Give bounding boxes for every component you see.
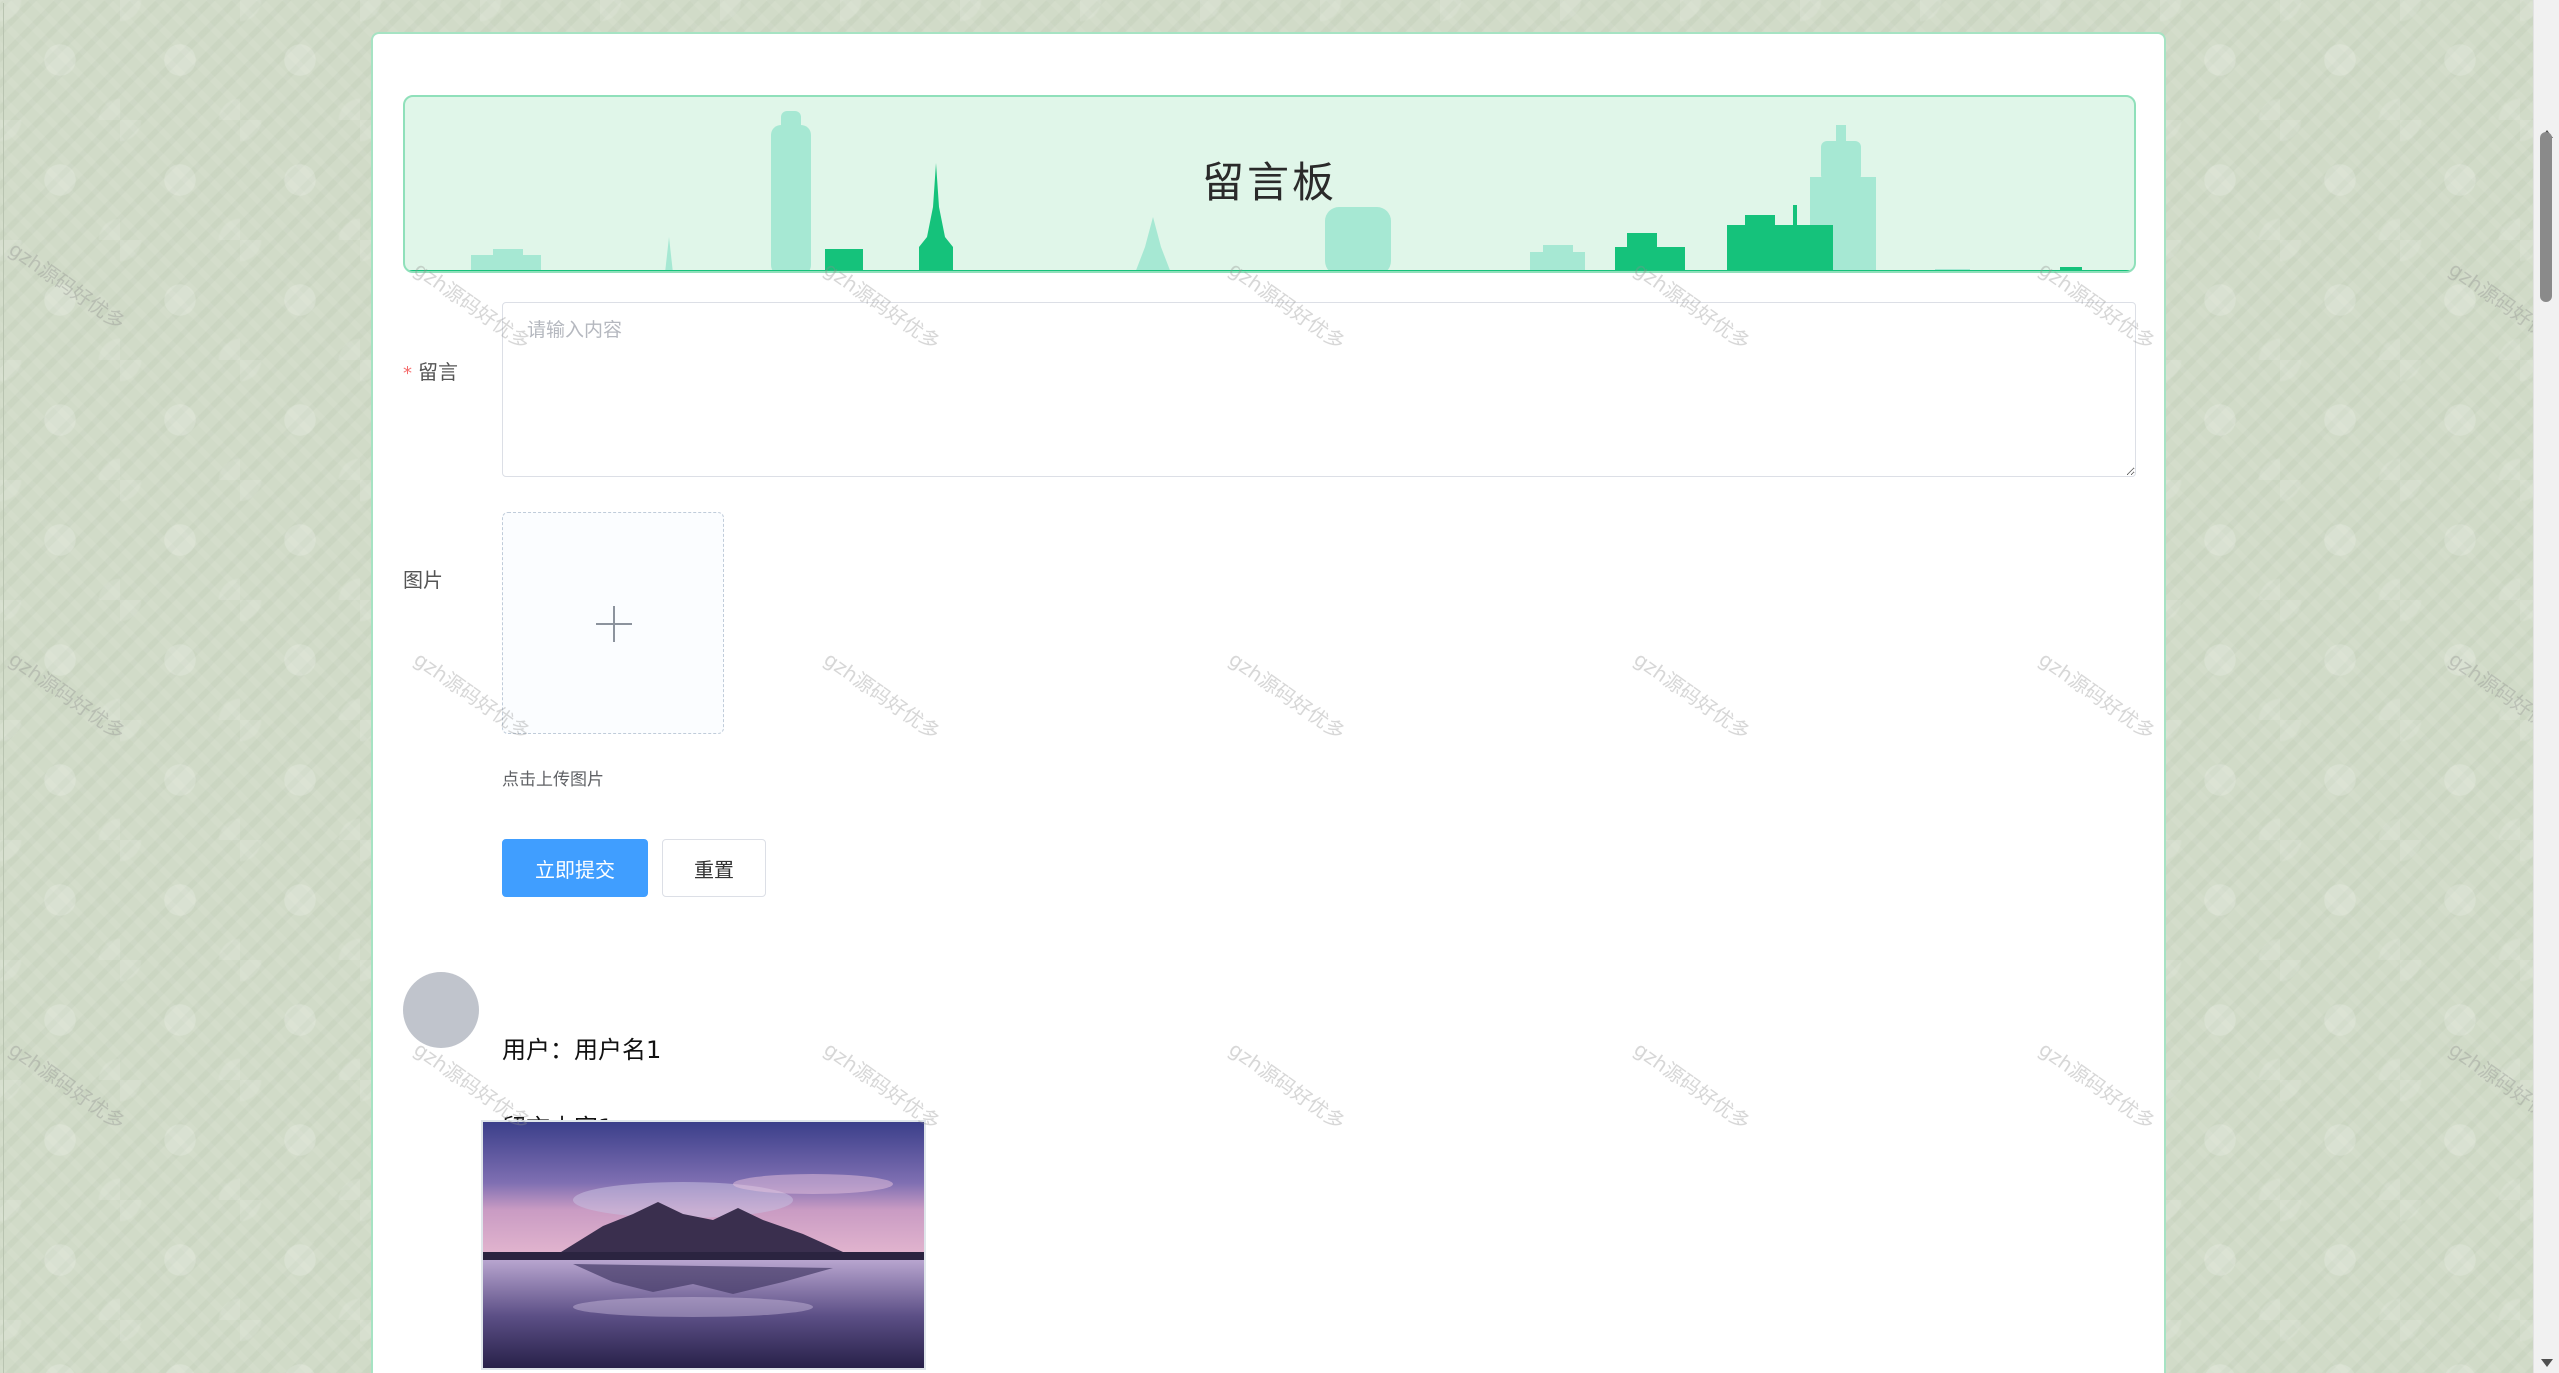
page-title: 留言板 <box>1201 158 1337 207</box>
required-marker: * <box>403 363 412 384</box>
landscape-photo <box>483 1122 924 1368</box>
comment-image <box>481 1120 926 1370</box>
scrollbar-thumb[interactable] <box>2540 132 2552 302</box>
message-label: * 留言 <box>403 356 458 385</box>
comment-username: 用户：用户名1 <box>502 1036 662 1064</box>
submit-button[interactable]: 立即提交 <box>502 839 648 897</box>
scroll-down-icon[interactable] <box>2541 1359 2553 1367</box>
message-board-card: 留言板 *留言 图片 点击上传图片 立即提交 重置 用户：用户名1 留言内容1 <box>371 32 2166 1373</box>
message-label-text: 留言 <box>418 360 458 384</box>
vertical-scrollbar[interactable] <box>2533 0 2559 1373</box>
image-label: 图片 <box>403 568 443 592</box>
plus-icon <box>596 606 632 642</box>
banner: 留言板 <box>403 95 2136 273</box>
upload-tip: 点击上传图片 <box>502 770 604 790</box>
avatar <box>403 972 479 1048</box>
reset-button[interactable]: 重置 <box>662 839 766 897</box>
message-textarea[interactable] <box>502 302 2136 477</box>
image-upload-box[interactable] <box>502 512 724 734</box>
